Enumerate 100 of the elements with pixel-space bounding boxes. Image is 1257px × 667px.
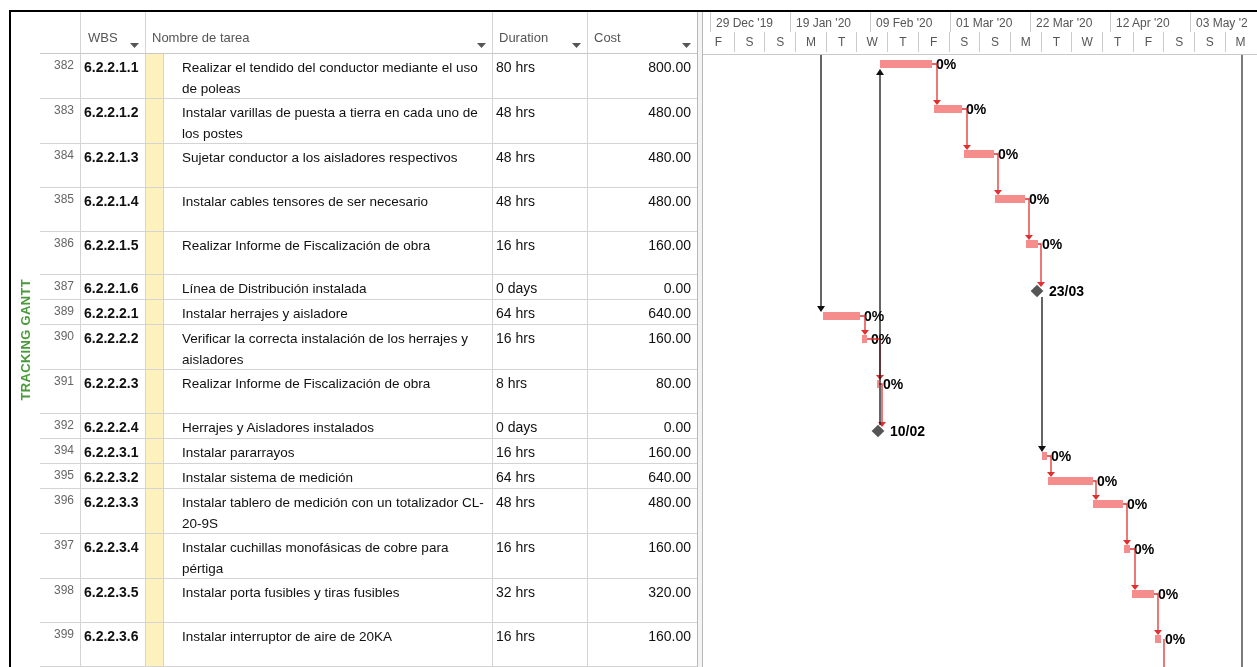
task-name-cell: Instalar interruptor de aire de 20KA [182, 629, 393, 645]
task-name-cell: Realizar Informe de Fiscalización de obra [182, 376, 431, 392]
wbs-cell: 6.2.2.2.1 [84, 305, 139, 322]
wbs-cell: 6.2.2.1.4 [84, 192, 139, 209]
task-name-cell: Herrajes y Aisladores instalados [182, 420, 375, 436]
task-bar [1124, 545, 1130, 553]
cost-cell-text: 640.00 [648, 304, 691, 324]
row-number: 384 [53, 146, 74, 164]
wbs-cell: 6.2.2.3.6 [84, 628, 139, 645]
bar-label: 0% [883, 376, 904, 392]
cost-cell-text: 480.00 [648, 493, 691, 513]
duration-cell: 32 hrs [496, 584, 535, 601]
task-bar [964, 150, 994, 158]
task-name-cell: Instalar porta fusibles y tiras fusibles [182, 585, 400, 601]
timescale-day: S [745, 33, 754, 51]
row-number: 390 [53, 328, 74, 346]
cost-cell-text: 0.00 [663, 279, 691, 299]
task-name-cell: Instalar pararrayos [182, 445, 295, 461]
duration-cell: 64 hrs [496, 305, 535, 322]
duration-cell: 16 hrs [496, 236, 535, 253]
bar-label: 0% [936, 56, 957, 72]
wbs-cell: 6.2.2.2.4 [84, 419, 139, 436]
cost-cell-text: 480.00 [648, 191, 691, 211]
timescale-date: 22 Mar '20 [1036, 16, 1093, 30]
duration-cell: 0 days [496, 419, 538, 436]
column-header[interactable]: Nombre de tarea [145, 12, 492, 53]
milestone-marker [871, 424, 885, 438]
bar-label: 0% [1134, 541, 1155, 557]
row-number: 399 [53, 626, 74, 644]
bar-label: 0% [1097, 473, 1118, 489]
row-number: 391 [53, 373, 74, 391]
timescale-day: S [960, 33, 969, 51]
dropdown-icon[interactable] [130, 42, 139, 48]
task-name-cell: Instalar cables tensores de ser necesario [182, 193, 429, 209]
milestone-marker [1030, 284, 1044, 298]
duration-cell: 64 hrs [496, 469, 535, 486]
cost-cell-text: 640.00 [648, 468, 691, 488]
duration-cell: 16 hrs [496, 539, 535, 556]
cost-cell-text: 0.00 [663, 418, 691, 438]
timescale-day: F [1144, 33, 1153, 51]
timescale-date: 09 Feb '20 [876, 16, 933, 30]
timescale-day: S [991, 33, 1000, 51]
column-header[interactable]: WBS [80, 12, 145, 53]
task-name-cell: Instalar cuchillas monofásicas de cobre para pértiga [182, 540, 449, 577]
duration-cell: 80 hrs [496, 58, 535, 75]
duration-cell: 8 hrs [496, 375, 528, 392]
duration-cell: 16 hrs [496, 330, 535, 347]
row-number: 383 [53, 101, 74, 119]
timescale-day: F [930, 33, 938, 51]
bar-label: 0% [966, 101, 987, 117]
task-bar [862, 335, 867, 343]
cost-cell-text: 480.00 [648, 102, 691, 122]
bar-label: 0% [1042, 236, 1063, 252]
wbs-cell: 6.2.2.3.5 [84, 584, 139, 601]
row-number: 394 [53, 442, 74, 460]
task-bar [1042, 452, 1047, 460]
column-header[interactable]: Duration [492, 12, 587, 53]
row-number: 396 [53, 492, 74, 510]
row-number: 392 [53, 417, 74, 435]
bar-label: 0% [1158, 586, 1179, 602]
view-label: TRACKING GANTT [16, 278, 34, 401]
dropdown-icon[interactable] [572, 42, 581, 48]
task-name-cell: Instalar herrajes y aisladore [182, 306, 348, 322]
bar-label: 10/02 [890, 423, 926, 439]
wbs-cell: 6.2.2.3.4 [84, 539, 139, 556]
duration-cell: 48 hrs [496, 148, 535, 165]
dropdown-icon[interactable] [477, 42, 486, 48]
timescale-day: S [1205, 33, 1214, 51]
timescale-day: T [899, 33, 907, 51]
cost-cell-text: 160.00 [648, 538, 691, 558]
row-number: 382 [53, 56, 74, 74]
cost-cell-text: 160.00 [648, 235, 691, 255]
task-name-cell: Línea de Distribución instalada [182, 281, 367, 297]
task-bar [823, 312, 860, 320]
cost-cell-text: 480.00 [648, 147, 691, 167]
link-line [1163, 638, 1165, 667]
task-bar [1155, 635, 1161, 643]
row-number: 389 [53, 303, 74, 321]
task-bar [1093, 500, 1123, 508]
wbs-cell: 6.2.2.3.3 [84, 494, 139, 511]
task-name-cell: Realizar el tendido del conductor mediante el uso de poleas [182, 59, 478, 96]
task-name-cell: Verificar la correcta instalación de los herrajes y aisladores [182, 331, 468, 368]
task-bar [995, 195, 1025, 203]
timescale-day: T [1052, 33, 1061, 51]
timescale-date: 03 May '2 [1196, 16, 1248, 30]
wbs-cell: 6.2.2.3.1 [84, 444, 139, 461]
bar-label: 0% [1051, 448, 1072, 464]
wbs-cell: 6.2.2.1.1 [84, 58, 139, 75]
bar-label: 0% [998, 146, 1019, 162]
cost-cell-text: 160.00 [648, 627, 691, 647]
row-number: 385 [53, 190, 74, 208]
dropdown-icon[interactable] [682, 42, 691, 48]
task-bar [1132, 590, 1154, 598]
row-number: 387 [53, 278, 74, 296]
row-number: 386 [53, 234, 74, 252]
wbs-cell: 6.2.2.2.2 [84, 330, 139, 347]
task-name-cell: Instalar sistema de medición [182, 470, 354, 486]
wbs-cell: 6.2.2.1.3 [84, 148, 139, 165]
bar-label: 23/03 [1049, 283, 1085, 299]
timescale-day: T [837, 33, 846, 51]
